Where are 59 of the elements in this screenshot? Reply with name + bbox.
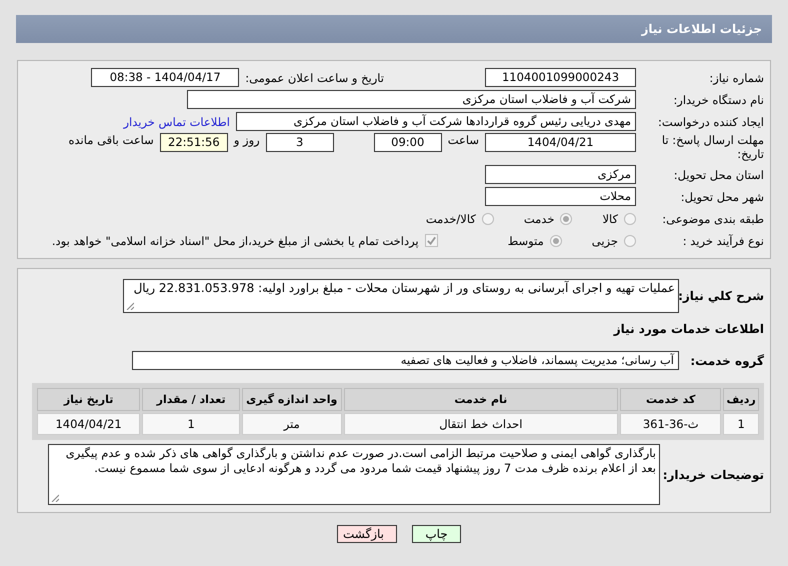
description-field[interactable]: عملیات تهیه و اجرای آبرسانی به روستای ور از شهرستان محلات - مبلغ براورد اولیه: 22.831.053.978 ریال bbox=[123, 279, 679, 313]
column-header: ردیف bbox=[723, 388, 759, 411]
creator-field[interactable]: مهدی دریایی رئیس گروه قراردادها شرکت آب و فاضلاب استان مرکزی bbox=[236, 112, 636, 131]
radio-label: جزیی bbox=[592, 234, 618, 248]
buyer-notes-field[interactable]: بارگذاری گواهی ایمنی و صلاحیت مرتبط الزامی است.در صورت عدم نداشتن و بارگذاری گواهی های ذکر شده و عدم پیگیری بعد از اعلام برنده ظرف مدت 7 روز پیشنهاد قیمت شما مردود می گردد و هرگونه ادعایی از سوی شما مسموع نیست. bbox=[48, 444, 660, 505]
radio-button[interactable] bbox=[624, 234, 636, 246]
resize-grip-icon[interactable] bbox=[51, 494, 59, 502]
column-header: واحد اندازه گیری bbox=[242, 388, 342, 411]
service-group-field[interactable]: آب رسانی؛ مدیریت پسماند، فاضلاب و فعالیت های تصفیه bbox=[132, 351, 679, 370]
table-cell: ث-36-361 bbox=[620, 413, 722, 435]
column-header: تعداد / مقدار bbox=[142, 388, 240, 411]
field-label: ساعت bbox=[448, 133, 479, 147]
page-title: جزئیات اطلاعات نیاز bbox=[641, 22, 762, 36]
radio-button[interactable] bbox=[560, 212, 572, 224]
city-field[interactable]: محلات bbox=[485, 187, 636, 206]
checkbox[interactable] bbox=[424, 234, 438, 247]
table-cell: 1 bbox=[723, 413, 759, 435]
field-label: گروه خدمت: bbox=[689, 354, 764, 368]
field-label: طبقه بندی موضوعی: bbox=[661, 212, 764, 226]
radio-button[interactable] bbox=[482, 212, 494, 224]
radio-label: كالا bbox=[602, 212, 618, 226]
field-label: نوع فرآیند خرید : bbox=[682, 234, 764, 248]
contact-link[interactable]: اطلاعات تماس خریدار bbox=[123, 114, 230, 128]
column-header: نام خدمت bbox=[344, 388, 618, 411]
field-label: شهر محل تحویل: bbox=[680, 190, 764, 204]
radio-label: كالا/خدمت bbox=[426, 212, 476, 226]
announce-date-field[interactable]: 1404/04/17 - 08:38 bbox=[91, 68, 240, 87]
field-label: نام دستگاه خریدار: bbox=[672, 92, 764, 106]
field-label: ساعت باقی مانده bbox=[68, 133, 154, 147]
table-cell: 1 bbox=[142, 413, 240, 435]
radio-button[interactable] bbox=[550, 234, 562, 246]
resize-grip-icon[interactable] bbox=[126, 302, 134, 310]
field-label: ایجاد کننده درخواست: bbox=[657, 114, 764, 128]
back-button[interactable]: بازگشت bbox=[337, 525, 397, 543]
deadline-time-field[interactable]: 09:00 bbox=[374, 133, 442, 152]
radio-label: متوسط bbox=[508, 234, 544, 248]
field-label: مهلت ارسال پاسخ: تا تاریخ: bbox=[660, 133, 764, 161]
field-label: تاریخ و ساعت اعلان عمومی: bbox=[245, 70, 384, 84]
table-cell: 1404/04/21 bbox=[37, 413, 140, 435]
field-label: شرح کلي نياز: bbox=[679, 289, 764, 303]
field-label: روز و bbox=[234, 133, 260, 147]
deadline-date-field[interactable]: 1404/04/21 bbox=[485, 133, 636, 152]
table-cell: متر bbox=[242, 413, 342, 435]
province-field[interactable]: مرکزی bbox=[485, 165, 636, 184]
buyer-field[interactable]: شرکت آب و فاضلاب استان مرکزی bbox=[187, 90, 636, 109]
remaining-time-field[interactable]: 22:51:56 bbox=[160, 133, 228, 152]
print-button[interactable]: چاپ bbox=[412, 525, 461, 543]
days-field[interactable]: 3 bbox=[266, 133, 334, 152]
table-cell: احداث خط انتقال bbox=[344, 413, 618, 435]
column-header: تاریخ نیاز bbox=[37, 388, 140, 411]
column-header: کد خدمت bbox=[620, 388, 722, 411]
field-label: توضیحات خریدار: bbox=[662, 468, 764, 482]
section-heading: اطلاعات خدمات مورد نياز bbox=[612, 322, 764, 336]
checkbox-label: پرداخت تمام یا بخشی از مبلغ خرید،از محل "اسناد خزانه اسلامی" خواهد بود. bbox=[52, 234, 419, 248]
radio-label: خدمت bbox=[524, 212, 554, 226]
need-number-field[interactable]: 1104001099000243 bbox=[485, 68, 636, 87]
field-label: استان محل تحویل: bbox=[672, 168, 764, 182]
field-label: شماره نیاز: bbox=[708, 70, 764, 84]
radio-button[interactable] bbox=[624, 212, 636, 224]
